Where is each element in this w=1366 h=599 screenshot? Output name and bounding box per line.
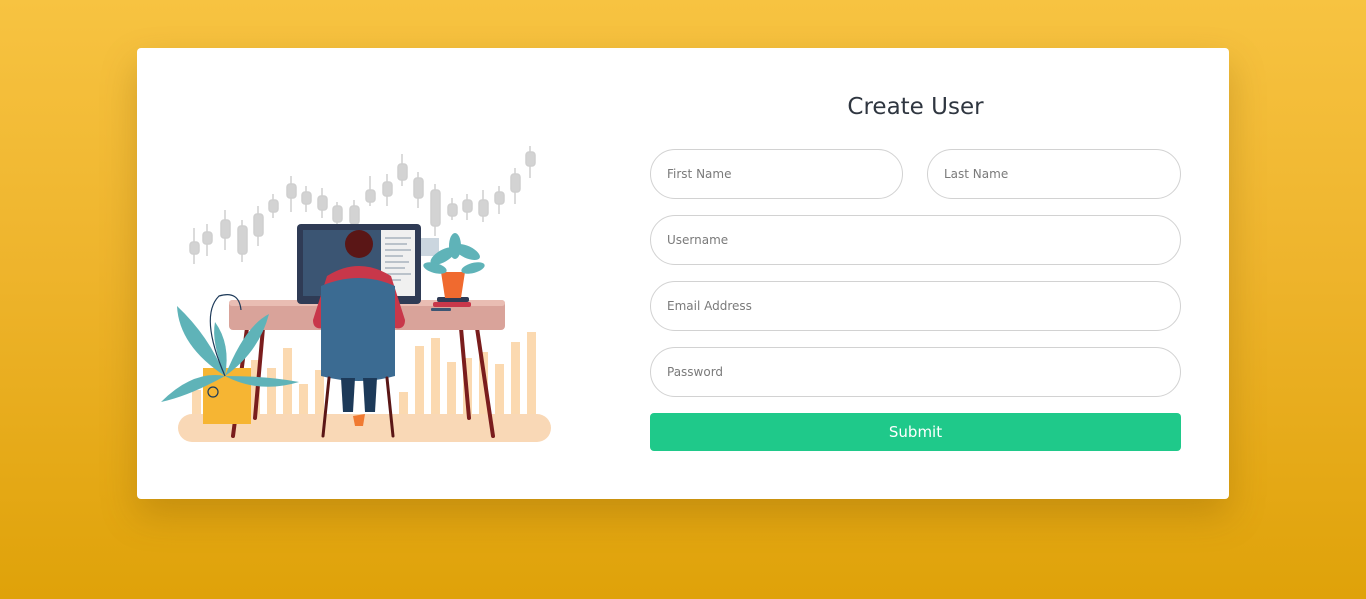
developer-at-desk-illustration <box>161 146 551 442</box>
password-input[interactable] <box>650 347 1181 397</box>
last-name-input[interactable] <box>927 149 1181 199</box>
create-user-card: Create User Submit <box>137 48 1229 499</box>
email-input[interactable] <box>650 281 1181 331</box>
form-title: Create User <box>847 94 984 120</box>
username-input[interactable] <box>650 215 1181 265</box>
first-name-input[interactable] <box>650 149 903 199</box>
submit-button[interactable]: Submit <box>650 413 1181 451</box>
